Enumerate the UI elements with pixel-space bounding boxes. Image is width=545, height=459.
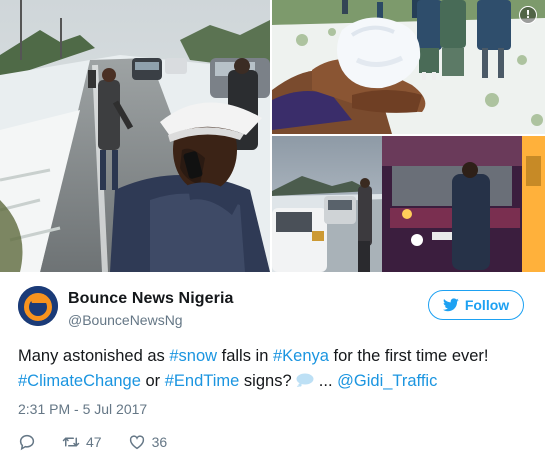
avatar[interactable] — [18, 286, 58, 326]
tweet-text: Many astonished as #snow falls in #Kenya… — [18, 344, 538, 394]
retweet-icon — [62, 437, 80, 447]
follow-label: Follow — [464, 297, 510, 313]
hashtag-kenya[interactable]: #Kenya — [273, 347, 329, 365]
reply-button[interactable] — [18, 433, 36, 451]
speech-balloon-emoji — [296, 373, 314, 387]
retweet-count: 47 — [86, 434, 102, 450]
hashtag-snow[interactable]: #snow — [169, 347, 217, 365]
timestamp[interactable]: 2:31 PM - 5 Jul 2017 — [18, 401, 147, 417]
retweet-button[interactable]: 47 — [62, 433, 102, 451]
follow-button[interactable]: Follow — [428, 290, 524, 320]
photo-road-hail[interactable] — [0, 0, 270, 272]
tweet-card: ! Bounce News Nigeria @BounceNewsNg Foll… — [0, 0, 545, 459]
media-grid[interactable]: ! — [0, 0, 545, 272]
mention-gidi-traffic[interactable]: @Gidi_Traffic — [337, 372, 437, 390]
heart-icon — [129, 435, 144, 450]
tweet-actions: 47 36 — [18, 432, 193, 452]
text-segment: ... — [314, 372, 338, 390]
photo-hand-holding-hail[interactable]: ! — [272, 0, 545, 134]
text-segment: for the first time ever! — [328, 347, 489, 365]
tweet-header: Bounce News Nigeria @BounceNewsNg Follow — [18, 284, 528, 332]
account-names[interactable]: Bounce News Nigeria @BounceNewsNg — [68, 290, 234, 328]
photo-truck-snowy-road[interactable] — [272, 136, 545, 272]
display-name[interactable]: Bounce News Nigeria — [68, 290, 234, 308]
like-button[interactable]: 36 — [128, 433, 168, 451]
hashtag-climatechange[interactable]: #ClimateChange — [18, 372, 141, 390]
user-handle[interactable]: @BounceNewsNg — [68, 312, 234, 328]
twitter-bird-icon — [442, 298, 459, 312]
text-segment: or — [140, 372, 165, 390]
bounce-logo — [18, 286, 58, 326]
info-icon[interactable]: ! — [519, 6, 537, 24]
text-segment: falls in — [217, 347, 273, 365]
reply-icon — [19, 434, 35, 451]
text-segment: signs? — [239, 372, 297, 390]
hashtag-endtime[interactable]: #EndTime — [165, 372, 240, 390]
text-segment: Many astonished as — [18, 347, 170, 365]
like-count: 36 — [151, 434, 168, 450]
